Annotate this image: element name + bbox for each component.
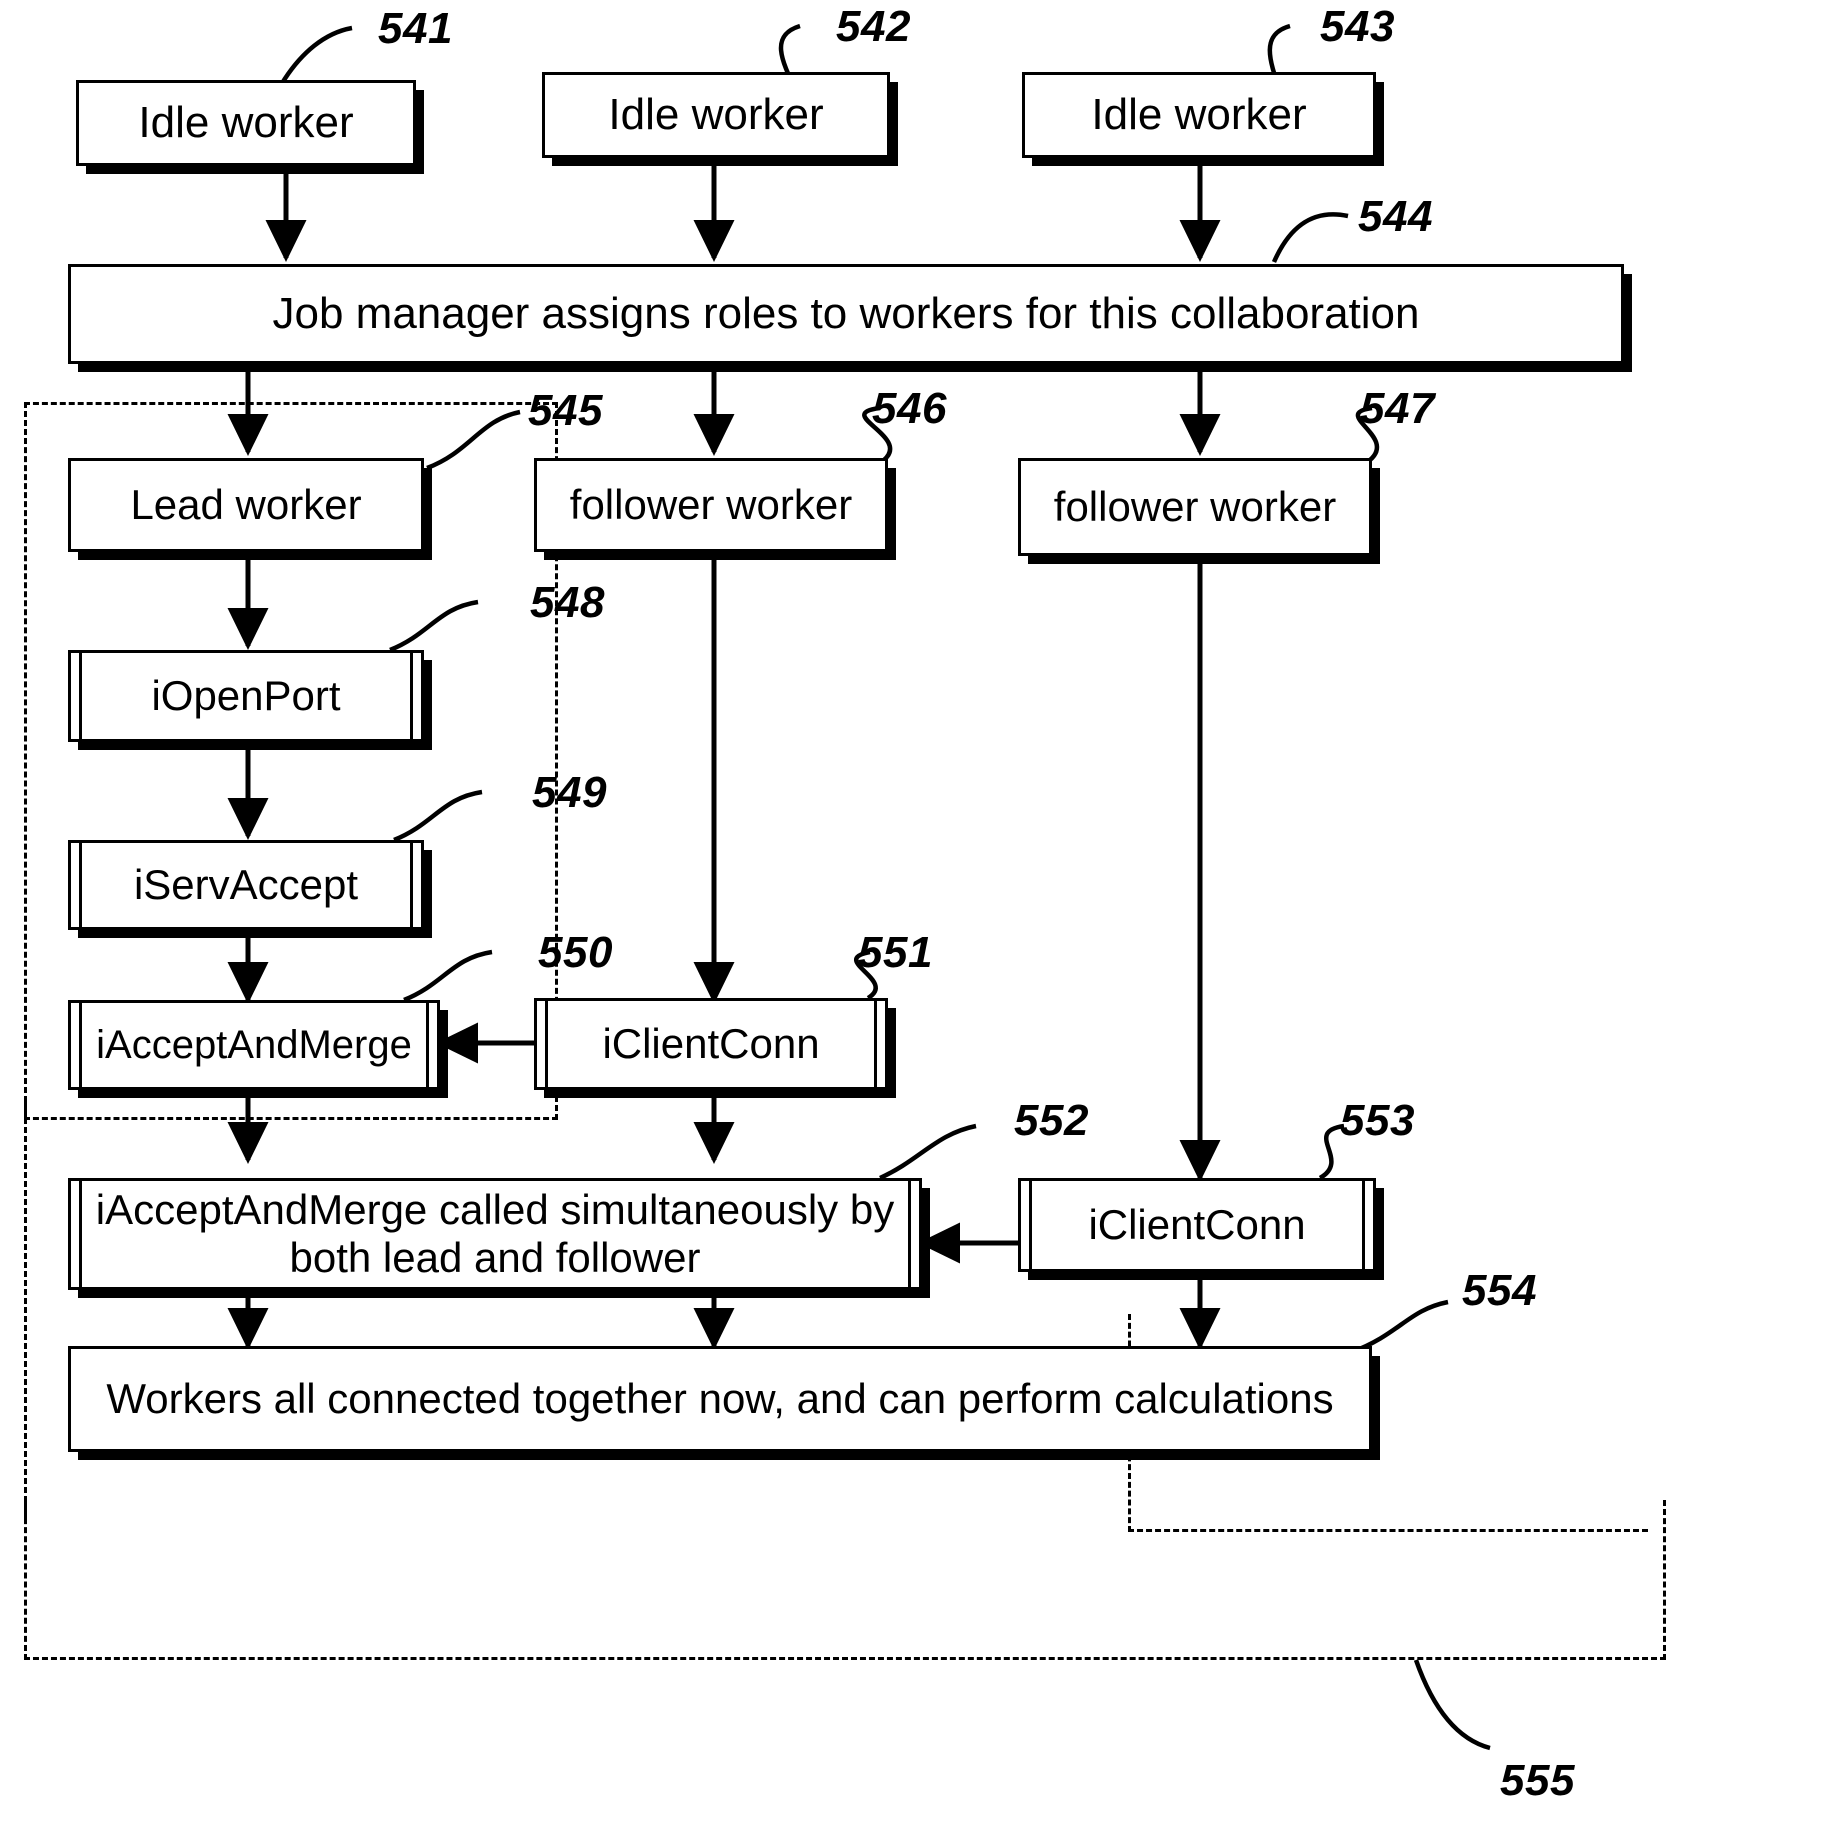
- ref-541: 541: [378, 4, 453, 53]
- ref-547: 547: [1360, 384, 1435, 433]
- node-label: Idle worker: [1091, 89, 1307, 139]
- dashed-region-outer-group: [24, 1500, 1666, 1660]
- figure-canvas: Idle worker Idle worker Idle worker Job …: [0, 0, 1826, 1848]
- ref-553: 553: [1340, 1096, 1415, 1145]
- ref-549: 549: [532, 768, 607, 817]
- node-lead-worker[interactable]: Lead worker: [68, 458, 424, 552]
- node-label: Idle worker: [138, 97, 354, 147]
- node-idle-worker-3[interactable]: Idle worker: [1022, 72, 1376, 158]
- node-label: iClientConn: [602, 1019, 820, 1067]
- node-follower-worker-2[interactable]: follower worker: [1018, 458, 1372, 556]
- ref-555: 555: [1500, 1756, 1575, 1805]
- node-iclientconn-2[interactable]: iClientConn: [1018, 1178, 1376, 1272]
- ref-550: 550: [538, 928, 613, 977]
- node-idle-worker-2[interactable]: Idle worker: [542, 72, 890, 158]
- node-iopenport[interactable]: iOpenPort: [68, 650, 424, 742]
- node-iacceptandmerge[interactable]: iAcceptAndMerge: [68, 1000, 440, 1090]
- node-idle-worker-1[interactable]: Idle worker: [76, 80, 416, 166]
- node-iclientconn-1[interactable]: iClientConn: [534, 998, 888, 1090]
- ref-551: 551: [858, 928, 933, 977]
- node-iacceptandmerge-both[interactable]: iAcceptAndMerge called simultaneously by…: [68, 1178, 922, 1290]
- ref-542: 542: [836, 2, 911, 51]
- node-label: Lead worker: [130, 480, 362, 528]
- dashed-outer-left-connector: [24, 1100, 27, 1520]
- node-job-manager[interactable]: Job manager assigns roles to workers for…: [68, 264, 1624, 364]
- node-label: Workers all connected together now, and …: [106, 1374, 1334, 1422]
- node-label: iAcceptAndMerge: [96, 1023, 412, 1067]
- node-label: iAcceptAndMerge called simultaneously by…: [95, 1185, 895, 1281]
- node-label: iClientConn: [1088, 1200, 1306, 1248]
- ref-544: 544: [1358, 192, 1433, 241]
- node-label: iServAccept: [133, 860, 359, 908]
- ref-548: 548: [530, 578, 605, 627]
- ref-554: 554: [1462, 1266, 1537, 1315]
- ref-552: 552: [1014, 1096, 1089, 1145]
- ref-543: 543: [1320, 2, 1395, 51]
- ref-545: 545: [528, 386, 603, 435]
- node-label: iOpenPort: [151, 671, 341, 719]
- node-label: Job manager assigns roles to workers for…: [272, 288, 1420, 338]
- node-follower-worker-1[interactable]: follower worker: [534, 458, 888, 552]
- ref-546: 546: [872, 384, 947, 433]
- node-label: follower worker: [1053, 482, 1337, 530]
- node-iservaccept[interactable]: iServAccept: [68, 840, 424, 930]
- node-label: Idle worker: [608, 89, 824, 139]
- node-workers-connected[interactable]: Workers all connected together now, and …: [68, 1346, 1372, 1452]
- node-label: follower worker: [569, 480, 853, 528]
